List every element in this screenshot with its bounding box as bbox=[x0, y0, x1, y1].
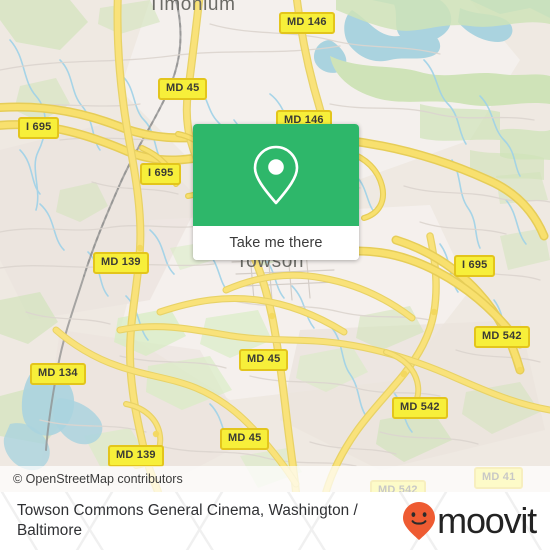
location-preview-card[interactable]: Take me there bbox=[193, 124, 359, 260]
moovit-pin-smiley-icon bbox=[403, 502, 436, 540]
place-label-timonium: Timonium bbox=[148, 0, 236, 15]
map-pin-icon bbox=[253, 145, 299, 205]
poi-title: Towson Commons General Cinema, Washingto… bbox=[17, 501, 358, 539]
map-attribution-bar: © OpenStreetMap contributors bbox=[0, 466, 550, 492]
bottom-info-bar: Towson Commons General Cinema, Washingto… bbox=[0, 492, 550, 550]
card-image-area bbox=[193, 124, 359, 226]
moovit-brand[interactable]: moovit bbox=[402, 501, 550, 541]
take-me-there-label: Take me there bbox=[229, 235, 323, 251]
shield-md-139-north[interactable]: MD 139 bbox=[93, 252, 149, 274]
poi-title-wrapper: Towson Commons General Cinema, Washingto… bbox=[0, 501, 402, 542]
map-canvas[interactable]: .w { fill:#aad3df; } .frs { fill:#cfe3b8… bbox=[0, 0, 550, 492]
shield-i-695-west[interactable]: I 695 bbox=[18, 117, 60, 139]
shield-md-139-south[interactable]: MD 139 bbox=[108, 445, 164, 467]
shield-i-695-center[interactable]: I 695 bbox=[140, 163, 182, 185]
shield-md-134[interactable]: MD 134 bbox=[30, 363, 86, 385]
shield-md-146-north[interactable]: MD 146 bbox=[279, 12, 335, 34]
shield-md-542-center[interactable]: MD 542 bbox=[392, 397, 448, 419]
shield-md-45-center[interactable]: MD 45 bbox=[239, 349, 289, 371]
card-action-bar[interactable]: Take me there bbox=[193, 226, 359, 260]
moovit-location-page: .w { fill:#aad3df; } .frs { fill:#cfe3b8… bbox=[0, 0, 550, 550]
shield-md-542-north[interactable]: MD 542 bbox=[474, 326, 530, 348]
moovit-wordmark: moovit bbox=[437, 500, 537, 541]
osm-attribution-text[interactable]: © OpenStreetMap contributors bbox=[0, 472, 183, 486]
shield-md-45-north[interactable]: MD 45 bbox=[158, 78, 208, 100]
shield-md-45-south[interactable]: MD 45 bbox=[220, 428, 270, 450]
shield-i-695-east[interactable]: I 695 bbox=[454, 255, 496, 277]
